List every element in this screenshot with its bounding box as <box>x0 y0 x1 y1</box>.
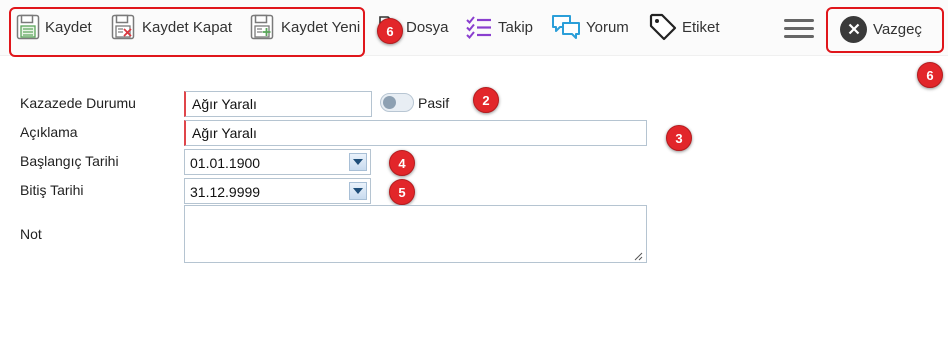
tag-icon <box>649 13 677 41</box>
checklist-icon <box>466 15 492 39</box>
passive-toggle[interactable] <box>380 93 414 112</box>
hamburger-icon[interactable] <box>784 19 814 39</box>
comment-button[interactable]: Yorum <box>551 10 629 44</box>
status-label: Kazazede Durumu <box>20 95 136 111</box>
end-date-value: 31.12.9999 <box>190 184 261 200</box>
end-date-select[interactable]: 31.12.9999 <box>184 178 371 204</box>
start-date-value: 01.01.1900 <box>190 155 261 171</box>
end-date-label: Bitiş Tarihi <box>20 182 84 198</box>
badge-end-date: 5 <box>389 179 415 205</box>
save-group-highlight <box>9 7 365 57</box>
description-input[interactable] <box>184 120 647 146</box>
file-label: Dosya <box>406 18 449 36</box>
tag-button[interactable]: Etiket <box>649 10 720 44</box>
toggle-knob <box>383 96 396 109</box>
badge-start-date: 4 <box>389 150 415 176</box>
description-label: Açıklama <box>20 124 78 140</box>
start-date-label: Başlangıç Tarihi <box>20 153 119 169</box>
start-date-select[interactable]: 01.01.1900 <box>184 149 371 175</box>
comment-label: Yorum <box>586 18 629 36</box>
status-input[interactable] <box>184 91 372 117</box>
follow-button[interactable]: Takip <box>466 10 533 44</box>
resize-grip-icon[interactable] <box>633 251 643 261</box>
follow-label: Takip <box>498 18 534 36</box>
chevron-down-icon[interactable] <box>349 153 367 171</box>
tag-label: Etiket <box>682 18 720 36</box>
badge-description: 3 <box>666 125 692 151</box>
badge-cancel: 6 <box>917 62 943 88</box>
chat-bubbles-icon <box>551 14 581 40</box>
note-textarea[interactable] <box>184 205 647 263</box>
cancel-highlight <box>826 7 944 53</box>
note-label: Not <box>20 226 42 242</box>
badge-toolbar-group: 6 <box>377 18 403 44</box>
chevron-down-icon[interactable] <box>349 182 367 200</box>
badge-status: 2 <box>473 87 499 113</box>
passive-label: Pasif <box>418 95 450 111</box>
